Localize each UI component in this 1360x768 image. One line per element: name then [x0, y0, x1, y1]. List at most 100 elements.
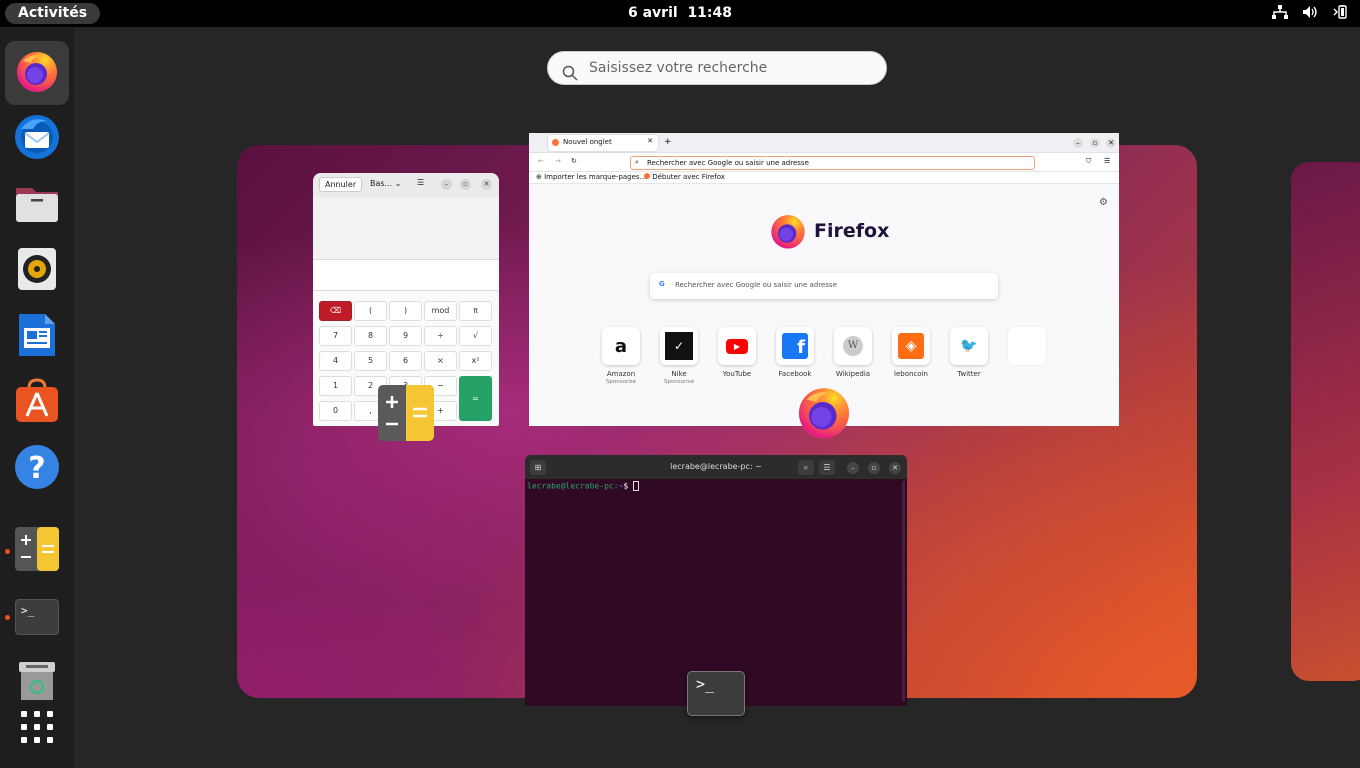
shortcut-tile-facebook[interactable]: f [776, 327, 814, 365]
thunderbird-icon [13, 113, 61, 165]
shortcut-label: Nike [671, 370, 687, 378]
search-icon [562, 61, 578, 93]
shortcut-tile-empty[interactable] [1008, 327, 1046, 365]
shortcut-tile-leboncoin[interactable]: ◈ [892, 327, 930, 365]
dock-software[interactable] [5, 371, 69, 435]
twitter-icon: 🐦 [960, 338, 978, 354]
terminal-window[interactable]: ⊞ lecrabe@lecrabe-pc: ~ ⌕ ☰ – ▫ ✕ lecrab… [525, 455, 907, 706]
calc-key-6[interactable]: 6 [389, 351, 422, 371]
shortcut-label: leboncoin [894, 370, 928, 378]
terminal-cursor [633, 481, 639, 491]
calc-key-rparen[interactable]: ) [389, 301, 422, 321]
overview-search[interactable]: Saisissez votre recherche [547, 51, 887, 85]
firefox-navbar: ← → ↻ ⌕ Rechercher avec Google ou saisir… [529, 153, 1119, 172]
system-tray[interactable] [1272, 5, 1348, 23]
calc-key-5[interactable]: 5 [354, 351, 387, 371]
calc-key-0[interactable]: 0 [319, 401, 352, 421]
maximize-button[interactable]: ▫ [868, 462, 880, 474]
newtab-search-box[interactable]: G Rechercher avec Google ou saisir une a… [650, 273, 998, 299]
minimize-button[interactable]: – [847, 462, 859, 474]
battery-icon[interactable] [1332, 5, 1348, 23]
hamburger-menu-icon[interactable]: ☰ [819, 460, 835, 475]
shortcut-tile-amazon[interactable]: a [602, 327, 640, 365]
shortcut-sponsored: Sponsorisé [605, 379, 637, 385]
dock-firefox[interactable] [5, 41, 69, 105]
forward-icon[interactable]: → [555, 157, 561, 165]
bookmark-import[interactable]: ⊕ Importer les marque-pages… [536, 173, 647, 181]
calculator-icon [377, 385, 435, 446]
hamburger-menu-icon[interactable]: ☰ [1104, 157, 1110, 165]
shortcut-tile-youtube[interactable]: ▶ [718, 327, 756, 365]
volume-icon[interactable] [1302, 5, 1318, 23]
calc-key-lparen[interactable]: ( [354, 301, 387, 321]
calc-mode-selector[interactable]: Bas... ⌄ [370, 179, 401, 188]
clock[interactable]: 6 avril 11:48 [0, 0, 1360, 27]
close-button[interactable]: ✕ [481, 179, 492, 190]
bookmark-import-label: Importer les marque-pages… [544, 173, 647, 181]
shortcut-label: Facebook [778, 370, 812, 378]
terminal-scrollbar[interactable] [902, 481, 905, 701]
calc-key-9[interactable]: 9 [389, 326, 422, 346]
shortcut-tile-wikipedia[interactable]: W [834, 327, 872, 365]
calc-key-1[interactable]: 1 [319, 376, 352, 396]
search-icon[interactable]: ⌕ [798, 460, 814, 475]
calc-key-multiply[interactable]: × [424, 351, 457, 371]
prompt-user: lecrabe@lecrabe-pc [527, 481, 614, 491]
calc-mode-label: Bas... [370, 179, 393, 188]
calc-key-divide[interactable]: ÷ [424, 326, 457, 346]
minimize-button[interactable]: – [441, 179, 452, 190]
software-icon [14, 378, 60, 428]
dock-terminal[interactable]: >_ [5, 585, 69, 649]
shortcut-tile-nike[interactable]: ✓ [660, 327, 698, 365]
calc-key-8[interactable]: 8 [354, 326, 387, 346]
bookmark-getting-started[interactable]: Débuter avec Firefox [644, 173, 725, 181]
terminal-headerbar: ⊞ lecrabe@lecrabe-pc: ~ ⌕ ☰ – ▫ ✕ [525, 455, 907, 479]
maximize-button[interactable]: ▫ [1090, 138, 1100, 148]
google-icon: G [659, 280, 665, 288]
clock-date: 6 avril [627, 5, 678, 21]
close-button[interactable]: ✕ [889, 462, 901, 474]
terminal-body[interactable]: lecrabe@lecrabe-pc:~$ [525, 479, 907, 491]
new-tab-button[interactable]: + [664, 137, 672, 147]
firefox-logo-icon [768, 211, 808, 253]
rhythmbox-icon [17, 247, 57, 295]
calc-key-4[interactable]: 4 [319, 351, 352, 371]
dock-files[interactable] [5, 173, 69, 237]
shortcut-label: Twitter [957, 370, 981, 378]
close-button[interactable]: ✕ [1106, 138, 1116, 148]
tab-close-icon[interactable]: ✕ [647, 137, 653, 145]
maximize-button[interactable]: ▫ [460, 179, 471, 190]
dock-help[interactable]: ? [5, 437, 69, 501]
settings-gear-icon[interactable]: ⚙ [1099, 197, 1108, 208]
dock-show-apps[interactable] [5, 697, 69, 761]
url-bar[interactable]: ⌕ Rechercher avec Google ou saisir une a… [630, 156, 1035, 170]
wikipedia-icon: W [843, 336, 863, 356]
calc-key-mod[interactable]: mod [424, 301, 457, 321]
workspace-next[interactable] [1291, 162, 1360, 681]
dock-calculator[interactable] [5, 519, 69, 583]
reload-icon[interactable]: ↻ [571, 157, 577, 165]
pocket-icon[interactable]: ⛉ [1086, 157, 1091, 166]
newtab-search-placeholder: Rechercher avec Google ou saisir une adr… [675, 281, 837, 289]
calc-key-backspace[interactable]: ⌫ [319, 301, 352, 321]
hamburger-menu-icon[interactable]: ☰ [417, 178, 424, 187]
dock-rhythmbox[interactable] [5, 239, 69, 303]
firefox-tab[interactable]: Nouvel onglet ✕ [548, 135, 658, 151]
calc-key-sqrt[interactable]: √ [459, 326, 492, 346]
shortcut-tile-twitter[interactable]: 🐦 [950, 327, 988, 365]
back-icon[interactable]: ← [538, 157, 544, 165]
calc-cancel-button[interactable]: Annuler [319, 177, 363, 192]
calc-key-square[interactable]: x² [459, 351, 492, 371]
chevron-down-icon: ⌄ [394, 179, 402, 188]
calc-key-7[interactable]: 7 [319, 326, 352, 346]
network-icon[interactable] [1272, 5, 1288, 23]
calc-key-pi[interactable]: π [459, 301, 492, 321]
writer-icon [17, 312, 57, 362]
clock-time: 11:48 [687, 5, 733, 21]
calc-input-field[interactable] [313, 260, 499, 291]
calc-key-equals[interactable]: = [459, 376, 492, 421]
shortcut-label: YouTube [722, 370, 752, 378]
dock-writer[interactable] [5, 305, 69, 369]
minimize-button[interactable]: – [1073, 138, 1083, 148]
dock-thunderbird[interactable] [5, 107, 69, 171]
